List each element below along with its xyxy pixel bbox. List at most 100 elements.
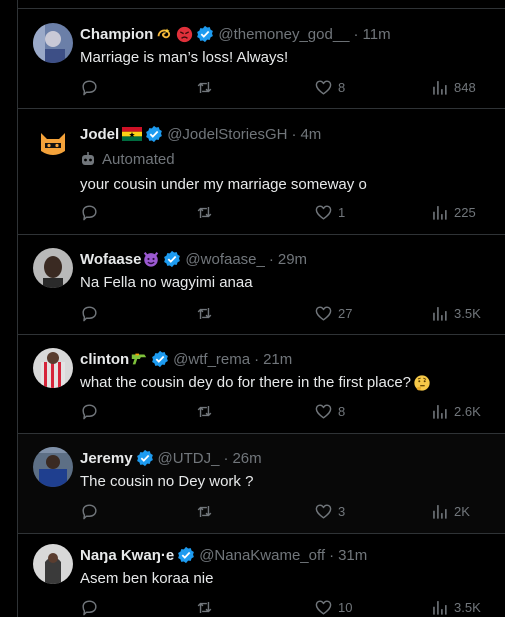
views-button[interactable]: 2K	[430, 501, 470, 521]
like-button[interactable]: 3	[314, 501, 345, 521]
tweet-text: your cousin under my marriage someway o	[80, 175, 493, 195]
tweet-timestamp[interactable]: 11m	[363, 26, 391, 43]
views-button[interactable]: 2.6K	[430, 401, 481, 421]
automated-label: Automated	[80, 149, 493, 169]
avatar[interactable]	[33, 447, 73, 487]
verified-badge-icon[interactable]	[151, 350, 169, 368]
tweet-timestamp[interactable]: 29m	[278, 251, 307, 268]
tweet-actions: 1 225	[80, 202, 493, 222]
separator-dot: ·	[223, 449, 229, 467]
tweet-item[interactable]: Naŋa Kwaŋ·e @NanaKwame_off · 31m Asem be…	[18, 534, 505, 617]
tweet-header: clinton @wtf_rema · 21m	[80, 349, 493, 369]
user-handle[interactable]: @UTDJ_	[158, 450, 220, 467]
like-button[interactable]: 10	[314, 597, 352, 617]
view-count: 2.6K	[454, 403, 481, 419]
avatar[interactable]	[33, 123, 73, 163]
feed-top-divider	[18, 0, 505, 9]
tweet-actions: 10 3.5K	[80, 597, 493, 617]
separator-dot: ·	[291, 125, 297, 143]
like-count: 27	[338, 305, 353, 321]
like-button[interactable]: 1	[314, 202, 345, 222]
avatar[interactable]	[33, 348, 73, 388]
tweet-item[interactable]: Jodel @JodelStoriesGH · 4m Automated you…	[18, 109, 505, 235]
display-name[interactable]: Wofaase	[80, 251, 141, 268]
like-button[interactable]: 27	[314, 303, 352, 323]
like-button[interactable]: 8	[314, 401, 345, 421]
reply-button[interactable]	[80, 77, 104, 97]
display-name[interactable]: Naŋa Kwaŋ·e	[80, 547, 174, 564]
tweet-timestamp[interactable]: 21m	[263, 351, 292, 368]
display-name[interactable]: Jeremy	[80, 450, 133, 467]
water-pistol-emoji-icon	[130, 351, 148, 367]
like-button[interactable]: 8	[314, 77, 345, 97]
tweet-text-content: The cousin no Dey work ?	[80, 473, 254, 490]
verified-badge-icon[interactable]	[145, 125, 163, 143]
reply-icon	[82, 204, 97, 220]
user-handle[interactable]: @wofaase_	[185, 251, 264, 268]
views-button[interactable]: 3.5K	[430, 597, 481, 617]
reply-icon	[82, 503, 97, 519]
tweet-text: Na Fella no wagyimi anaa	[80, 273, 493, 293]
display-name[interactable]: Champion	[80, 26, 153, 43]
retweet-button[interactable]	[195, 77, 219, 97]
tweet-header: Jeremy @UTDJ_ · 26m	[80, 448, 493, 468]
reply-icon	[82, 403, 97, 419]
views-chart-icon	[433, 404, 447, 419]
dizzy-emoji-icon	[156, 26, 173, 43]
verified-badge-icon[interactable]	[163, 250, 181, 268]
user-handle[interactable]: @themoney_god__	[218, 26, 349, 43]
retweet-button[interactable]	[195, 202, 219, 222]
verified-badge-icon[interactable]	[177, 546, 195, 564]
reply-button[interactable]	[80, 303, 104, 323]
heart-icon	[315, 503, 332, 519]
avatar[interactable]	[33, 23, 73, 63]
tweet-item[interactable]: Wofaase @wofaase_ · 29m Na Fella no wagy…	[18, 235, 505, 335]
angry-emoji-icon	[176, 26, 193, 43]
retweet-button[interactable]	[195, 303, 219, 323]
heart-icon	[315, 204, 332, 220]
tweet-timestamp[interactable]: 31m	[338, 547, 367, 564]
like-count: 8	[338, 403, 346, 419]
avatar[interactable]	[33, 544, 73, 584]
user-handle[interactable]: @wtf_rema	[173, 351, 250, 368]
display-name[interactable]: Jodel	[80, 126, 119, 143]
automated-text: Automated	[102, 150, 175, 168]
tweet-timestamp[interactable]: 4m	[300, 126, 321, 143]
reply-button[interactable]	[80, 401, 104, 421]
views-button[interactable]: 225	[430, 202, 476, 222]
reply-icon	[82, 305, 97, 321]
like-count: 8	[338, 79, 346, 95]
tweet-text: Marriage is man’s loss! Always!	[80, 48, 493, 68]
tweet-item[interactable]: clinton @wtf_rema · 21m what the cousin …	[18, 335, 505, 434]
retweet-button[interactable]	[195, 597, 219, 617]
retweet-icon	[197, 405, 212, 417]
display-name[interactable]: clinton	[80, 351, 129, 368]
verified-badge-icon[interactable]	[136, 449, 154, 467]
like-count: 1	[338, 204, 346, 220]
reply-button[interactable]	[80, 597, 104, 617]
views-button[interactable]: 848	[430, 77, 476, 97]
verified-badge-icon[interactable]	[196, 25, 214, 43]
views-chart-icon	[433, 600, 447, 615]
separator-dot: ·	[268, 250, 274, 268]
user-handle[interactable]: @NanaKwame_off	[199, 547, 325, 564]
tweet-item[interactable]: Jeremy @UTDJ_ · 26m The cousin no Dey wo…	[18, 434, 505, 534]
ghana-flag-icon	[122, 127, 143, 141]
views-button[interactable]: 3.5K	[430, 303, 481, 323]
retweet-button[interactable]	[195, 401, 219, 421]
reply-button[interactable]	[80, 501, 104, 521]
user-handle[interactable]: @JodelStoriesGH	[167, 126, 287, 143]
like-count: 3	[338, 503, 346, 519]
tweet-timestamp[interactable]: 26m	[232, 450, 261, 467]
reply-button[interactable]	[80, 202, 104, 222]
tweet-actions: 8 2.6K	[80, 401, 493, 421]
tweet-item[interactable]: Champion @themoney_god__ · 11m Marriage …	[18, 9, 505, 109]
tweet-text: The cousin no Dey work ?	[80, 472, 493, 492]
heart-icon	[315, 305, 332, 321]
tweet-actions: 8 848	[80, 77, 493, 97]
separator-dot: ·	[254, 350, 260, 368]
separator-dot: ·	[353, 25, 359, 43]
tweet-text-content: Na Fella no wagyimi anaa	[80, 274, 253, 291]
retweet-button[interactable]	[195, 501, 219, 521]
avatar[interactable]	[33, 248, 73, 288]
